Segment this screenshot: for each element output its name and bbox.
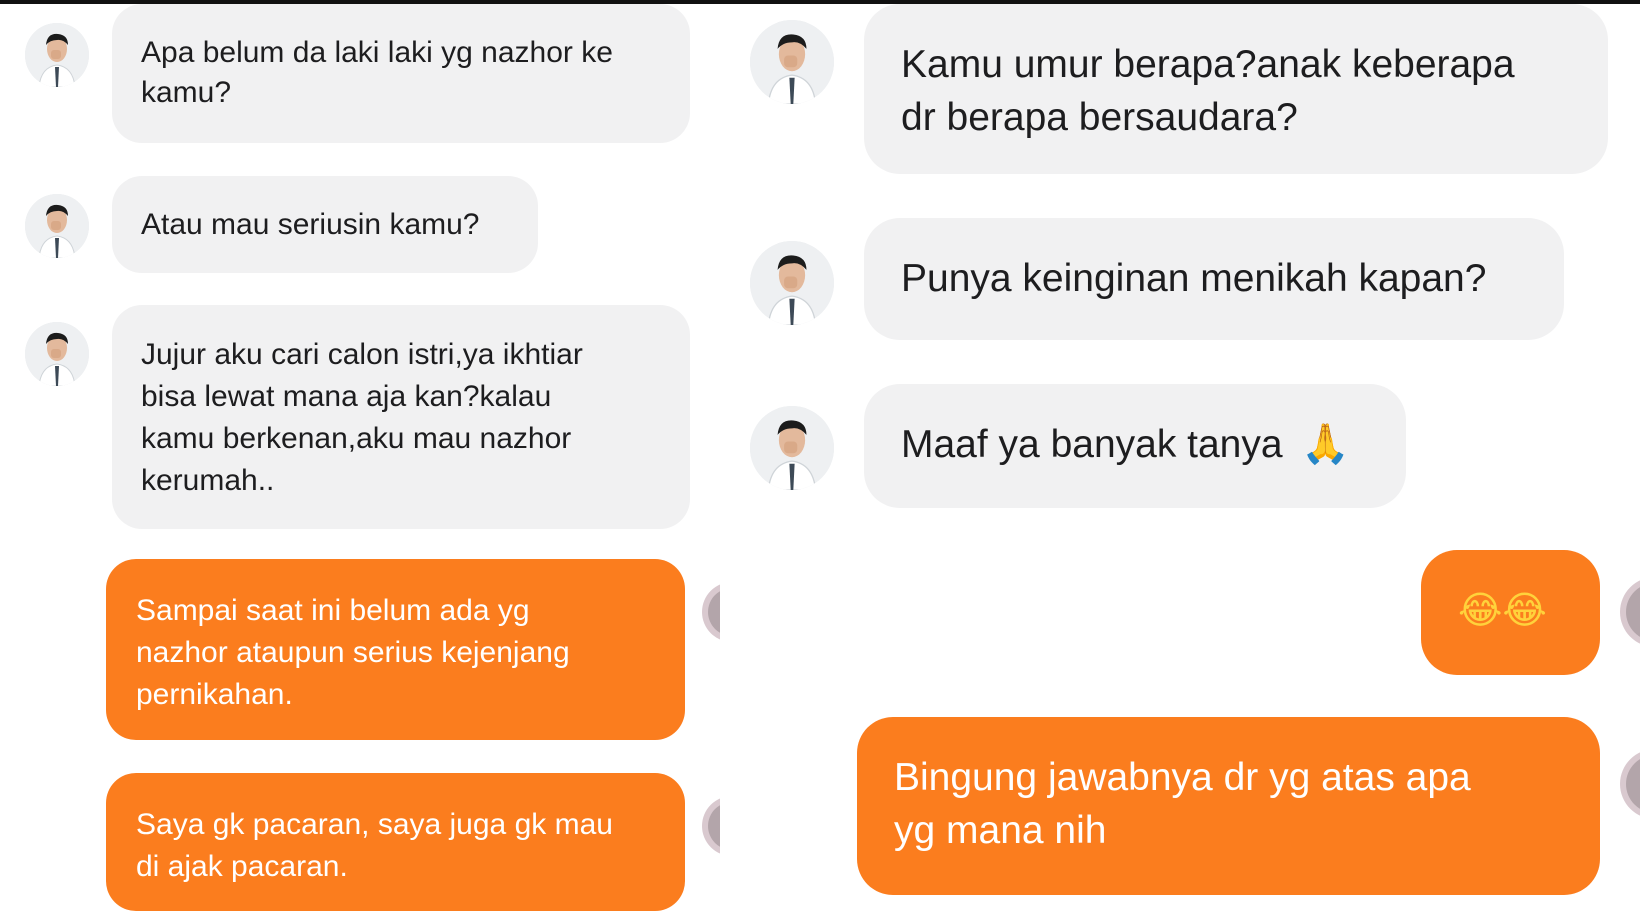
outgoing-message-bubble[interactable]: 😂😂 [1421,550,1600,675]
folded-hands-emoji-icon: 🙏 [1301,422,1350,467]
message-text: Atau mau seriusin kamu? [141,208,480,241]
message-text: Punya keinginan menikah kapan? [901,257,1487,300]
message-text: Sampai saat ini belum ada yg nazhor atau… [136,594,570,711]
own-avatar-partial [702,796,720,856]
message-text: Apa belum da laki laki yg nazhor ke kamu… [141,36,613,109]
profile-photo-avatar-icon [25,23,89,87]
profile-photo-avatar-icon [25,322,89,386]
profile-photo-avatar-icon [750,241,834,325]
own-avatar-partial [1620,749,1640,819]
chat-panel-right: Kamu umur berapa?anak keberapa dr berapa… [740,4,1640,922]
incoming-message-bubble[interactable]: Apa belum da laki laki yg nazhor ke kamu… [112,4,690,143]
contact-avatar[interactable] [25,194,89,258]
chat-panel-left: Apa belum da laki laki yg nazhor ke kamu… [0,4,720,922]
incoming-message-bubble[interactable]: Kamu umur berapa?anak keberapa dr berapa… [864,4,1608,174]
panel-divider [720,4,740,922]
incoming-message-bubble[interactable]: Jujur aku cari calon istri,ya ikhtiar bi… [112,305,690,529]
contact-avatar[interactable] [750,241,834,325]
outgoing-message-bubble[interactable]: Sampai saat ini belum ada yg nazhor atau… [106,559,685,740]
outgoing-message-bubble[interactable]: Saya gk pacaran, saya juga gk mau di aja… [106,773,685,911]
incoming-message-bubble[interactable]: Punya keinginan menikah kapan? [864,218,1564,340]
contact-avatar[interactable] [25,23,89,87]
contact-avatar[interactable] [25,322,89,386]
incoming-message-bubble[interactable]: Maaf ya banyak tanya 🙏 [864,384,1406,508]
message-text: Jujur aku cari calon istri,ya ikhtiar bi… [141,338,583,497]
own-avatar-partial [702,582,720,642]
profile-photo-avatar-icon [750,20,834,104]
profile-photo-avatar-icon [750,406,834,490]
outgoing-message-bubble[interactable]: Bingung jawabnya dr yg atas apa yg mana … [857,717,1600,895]
contact-avatar[interactable] [750,406,834,490]
profile-photo-avatar-icon [25,194,89,258]
incoming-message-bubble[interactable]: Atau mau seriusin kamu? [112,176,538,273]
contact-avatar[interactable] [750,20,834,104]
message-text: Kamu umur berapa?anak keberapa dr berapa… [901,43,1515,139]
message-text: Bingung jawabnya dr yg atas apa yg mana … [894,756,1471,852]
message-text: Maaf ya banyak tanya [901,423,1283,466]
tears-of-joy-emoji-icon: 😂😂 [1458,588,1547,632]
message-text: Saya gk pacaran, saya juga gk mau di aja… [136,808,613,883]
own-avatar-partial [1620,577,1640,647]
